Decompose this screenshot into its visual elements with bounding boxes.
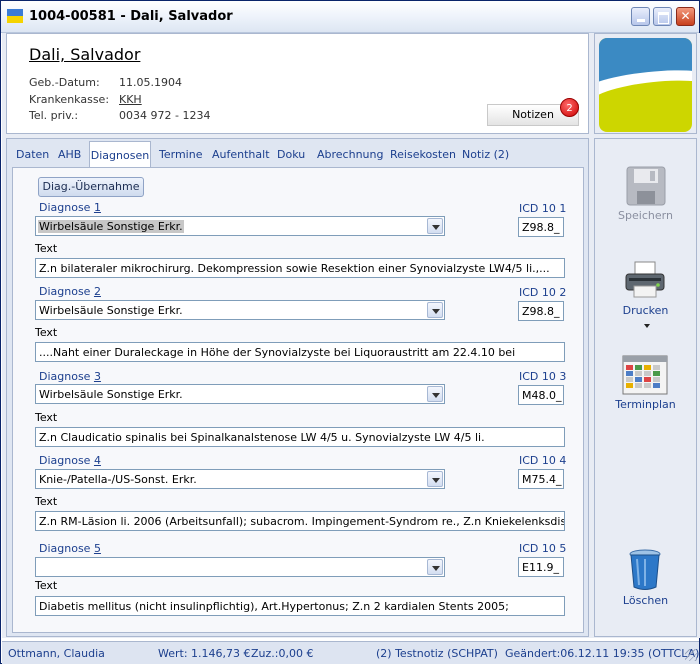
diagnose-1-label: Diagnose 1	[39, 201, 101, 214]
diagnose-2-select-value: Wirbelsäule Sonstige Erkr.	[39, 304, 183, 317]
title-bar: 1004-00581 - Dali, Salvador ✕	[1, 1, 699, 33]
diagnose-1-select-value: Wirbelsäule Sonstige Erkr.	[38, 220, 184, 233]
schedule-button[interactable]: Terminplan	[594, 398, 697, 411]
notes-count-badge: 2	[560, 98, 579, 117]
diagnose-5-label: Diagnose 5	[39, 542, 101, 555]
print-button[interactable]: Drucken	[594, 304, 697, 317]
status-bar: Ottmann, Claudia Wert: 1.146,73 € Zuz.:0…	[2, 641, 699, 664]
tab-ahb[interactable]: AHB	[58, 143, 81, 167]
text-3-input[interactable]: Z.n Claudicatio spinalis bei Spinalkanal…	[35, 427, 565, 447]
icd-1-input[interactable]: Z98.8_	[518, 217, 564, 237]
company-logo	[599, 38, 692, 132]
application-window: 1004-00581 - Dali, Salvador ✕ Dali, Salv…	[0, 0, 700, 664]
text-1-label: Text	[35, 242, 58, 255]
phone-value: 0034 972 - 1234	[119, 109, 211, 122]
birthdate-value: 11.05.1904	[119, 76, 182, 89]
diagnose-3-select[interactable]: Wirbelsäule Sonstige Erkr.	[35, 384, 445, 404]
calendar-icon[interactable]	[622, 355, 668, 395]
icd-4-label: ICD 10 4	[519, 454, 567, 467]
tab-daten[interactable]: Daten	[16, 143, 49, 167]
chevron-down-icon[interactable]	[427, 559, 443, 575]
window-title: 1004-00581 - Dali, Salvador	[29, 9, 233, 24]
text-4-label: Text	[35, 495, 58, 508]
text-2-label: Text	[35, 326, 58, 339]
app-flag-icon	[7, 9, 23, 23]
text-5-input[interactable]: Diabetis mellitus (nicht insulinpflichti…	[35, 596, 565, 616]
maximize-button[interactable]	[653, 7, 672, 26]
icd-3-input[interactable]: M48.0_	[518, 385, 564, 405]
diagnose-2-select[interactable]: Wirbelsäule Sonstige Erkr.	[35, 300, 445, 320]
tab-termine[interactable]: Termine	[159, 143, 202, 167]
delete-button[interactable]: Löschen	[594, 594, 697, 607]
text-4-input[interactable]: Z.n RM-Läsion li. 2006 (Arbeitsunfall); …	[35, 511, 565, 531]
close-icon: ✕	[680, 9, 691, 23]
diagnose-3-select-value: Wirbelsäule Sonstige Erkr.	[39, 388, 183, 401]
diagnose-3-label: Diagnose 3	[39, 370, 101, 383]
chevron-down-icon[interactable]	[427, 386, 443, 402]
status-zuz: Zuz.:0,00 €	[251, 647, 314, 660]
close-button[interactable]: ✕	[676, 7, 695, 26]
diagnose-4-select-value: Knie-/Patella-/US-Sonst. Erkr.	[39, 473, 197, 486]
floppy-disk-icon[interactable]	[625, 165, 667, 207]
icd-3-label: ICD 10 3	[519, 370, 567, 383]
phone-label: Tel. priv.:	[29, 109, 79, 122]
diagnose-4-select[interactable]: Knie-/Patella-/US-Sonst. Erkr.	[35, 469, 445, 489]
chevron-down-icon[interactable]	[427, 471, 443, 487]
icd-4-input[interactable]: M75.4_	[518, 469, 564, 489]
diagnose-4-label: Diagnose 4	[39, 454, 101, 467]
insurance-label: Krankenkasse:	[29, 93, 110, 106]
tab-aufenthalt[interactable]: Aufenthalt	[212, 143, 270, 167]
minimize-button[interactable]	[631, 7, 650, 26]
text-2-input[interactable]: ....Naht einer Duraleckage in Höhe der S…	[35, 342, 565, 362]
printer-icon[interactable]	[623, 260, 667, 300]
chevron-down-icon[interactable]	[427, 218, 443, 234]
diagnose-1-select[interactable]: Wirbelsäule Sonstige Erkr.	[35, 216, 445, 236]
resize-grip[interactable]	[685, 649, 697, 661]
text-3-label: Text	[35, 411, 58, 424]
status-user: Ottmann, Claudia	[8, 647, 105, 660]
icd-5-input[interactable]: E11.9_	[518, 557, 564, 577]
tab-notiz[interactable]: Notiz (2)	[462, 143, 509, 167]
icd-2-label: ICD 10 2	[519, 286, 567, 299]
chevron-down-icon[interactable]	[427, 302, 443, 318]
icd-2-input[interactable]: Z98.8_	[518, 301, 564, 321]
tab-diagnosen[interactable]: Diagnosen	[89, 141, 151, 168]
icd-1-label: ICD 10 1	[519, 202, 567, 215]
text-1-input[interactable]: Z.n bilateraler mikrochirurg. Dekompress…	[35, 258, 565, 278]
diagnose-2-label: Diagnose 2	[39, 285, 101, 298]
print-dropdown-icon[interactable]	[644, 324, 650, 328]
icd-5-label: ICD 10 5	[519, 542, 567, 555]
status-changed: Geändert:06.12.11 19:35 (OTTCLA)	[505, 647, 700, 660]
insurance-link[interactable]: KKH	[119, 93, 142, 106]
patient-header: Dali, Salvador Geb.-Datum: 11.05.1904 Kr…	[6, 33, 589, 134]
trash-icon[interactable]	[628, 549, 662, 591]
save-button[interactable]: Speichern	[594, 209, 697, 222]
status-note: (2) Testnotiz (SCHPAT)	[376, 647, 498, 660]
status-wert: Wert: 1.146,73 €	[158, 647, 251, 660]
tab-doku[interactable]: Doku	[277, 143, 305, 167]
tab-reisekosten[interactable]: Reisekosten	[390, 143, 456, 167]
tab-abrechnung[interactable]: Abrechnung	[317, 143, 383, 167]
birthdate-label: Geb.-Datum:	[29, 76, 100, 89]
diag-uebernahme-button[interactable]: Diag.-Übernahme	[38, 177, 144, 197]
patient-name[interactable]: Dali, Salvador	[29, 45, 140, 64]
diagnose-5-select[interactable]	[35, 557, 445, 577]
text-5-label: Text	[35, 579, 58, 592]
